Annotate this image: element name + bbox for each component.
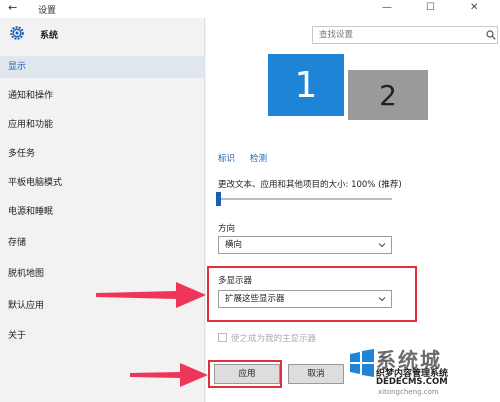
window-title: 设置 [38, 6, 57, 16]
sidebar-header: 系统 [0, 18, 205, 54]
watermark-line4: xitongcheng.com [378, 388, 439, 396]
back-button[interactable]: ← [8, 1, 17, 14]
chevron-down-icon [378, 243, 386, 248]
windows-logo-icon [350, 349, 374, 377]
orientation-label: 方向 [218, 224, 236, 234]
search-icon [486, 30, 496, 40]
close-button[interactable]: ✕ [470, 2, 478, 13]
cancel-button[interactable]: 取消 [288, 364, 344, 384]
arrow-to-apply-icon [130, 363, 208, 387]
gear-icon [10, 26, 24, 40]
main-display-checkbox-label: 使之成为我的主显示器 [231, 334, 317, 344]
sidebar: 系统 显示 通知和操作 应用和功能 多任务 平板电脑模式 电源和睡眠 存储 脱机… [0, 18, 205, 402]
main-display-checkbox-row[interactable]: 使之成为我的主显示器 [218, 332, 316, 344]
orientation-value: 横向 [225, 240, 243, 250]
sidebar-header-label: 系统 [40, 31, 59, 41]
main-display-checkbox[interactable] [218, 333, 227, 342]
maximize-button[interactable]: ☐ [426, 2, 435, 13]
scale-slider-track[interactable] [218, 198, 392, 200]
arrow-to-multi-display-icon [96, 282, 206, 308]
sidebar-item-power[interactable]: 电源和睡眠 [0, 201, 205, 223]
identify-link[interactable]: 标识 [218, 152, 235, 164]
orientation-select[interactable]: 横向 [218, 236, 392, 254]
search-input[interactable]: 查找设置 [312, 26, 498, 44]
title-bar: ← 设置 — ☐ ✕ [0, 0, 500, 18]
watermark: 系统城 织梦内容管理系统 DEDECMS.COM xitongcheng.com [348, 344, 498, 400]
sidebar-item-tablet-mode[interactable]: 平板电脑模式 [0, 172, 205, 194]
monitor-1-tile[interactable]: 1 [268, 54, 344, 116]
sidebar-item-about[interactable]: 关于 [0, 325, 205, 347]
multi-display-highlight [207, 266, 417, 322]
minimize-button[interactable]: — [382, 2, 392, 13]
detect-link[interactable]: 检测 [250, 152, 267, 164]
sidebar-item-apps[interactable]: 应用和功能 [0, 114, 205, 136]
sidebar-item-multitasking[interactable]: 多任务 [0, 143, 205, 165]
monitor-2-tile[interactable]: 2 [348, 70, 428, 120]
scale-label: 更改文本、应用和其他项目的大小: 100% (推荐) [218, 180, 402, 190]
scale-slider-thumb[interactable] [216, 192, 221, 206]
sidebar-item-display[interactable]: 显示 [0, 56, 205, 78]
sidebar-item-notifications[interactable]: 通知和操作 [0, 85, 205, 107]
sidebar-item-storage[interactable]: 存储 [0, 232, 205, 254]
apply-highlight [208, 360, 282, 388]
watermark-line3: DEDECMS.COM [376, 377, 448, 387]
